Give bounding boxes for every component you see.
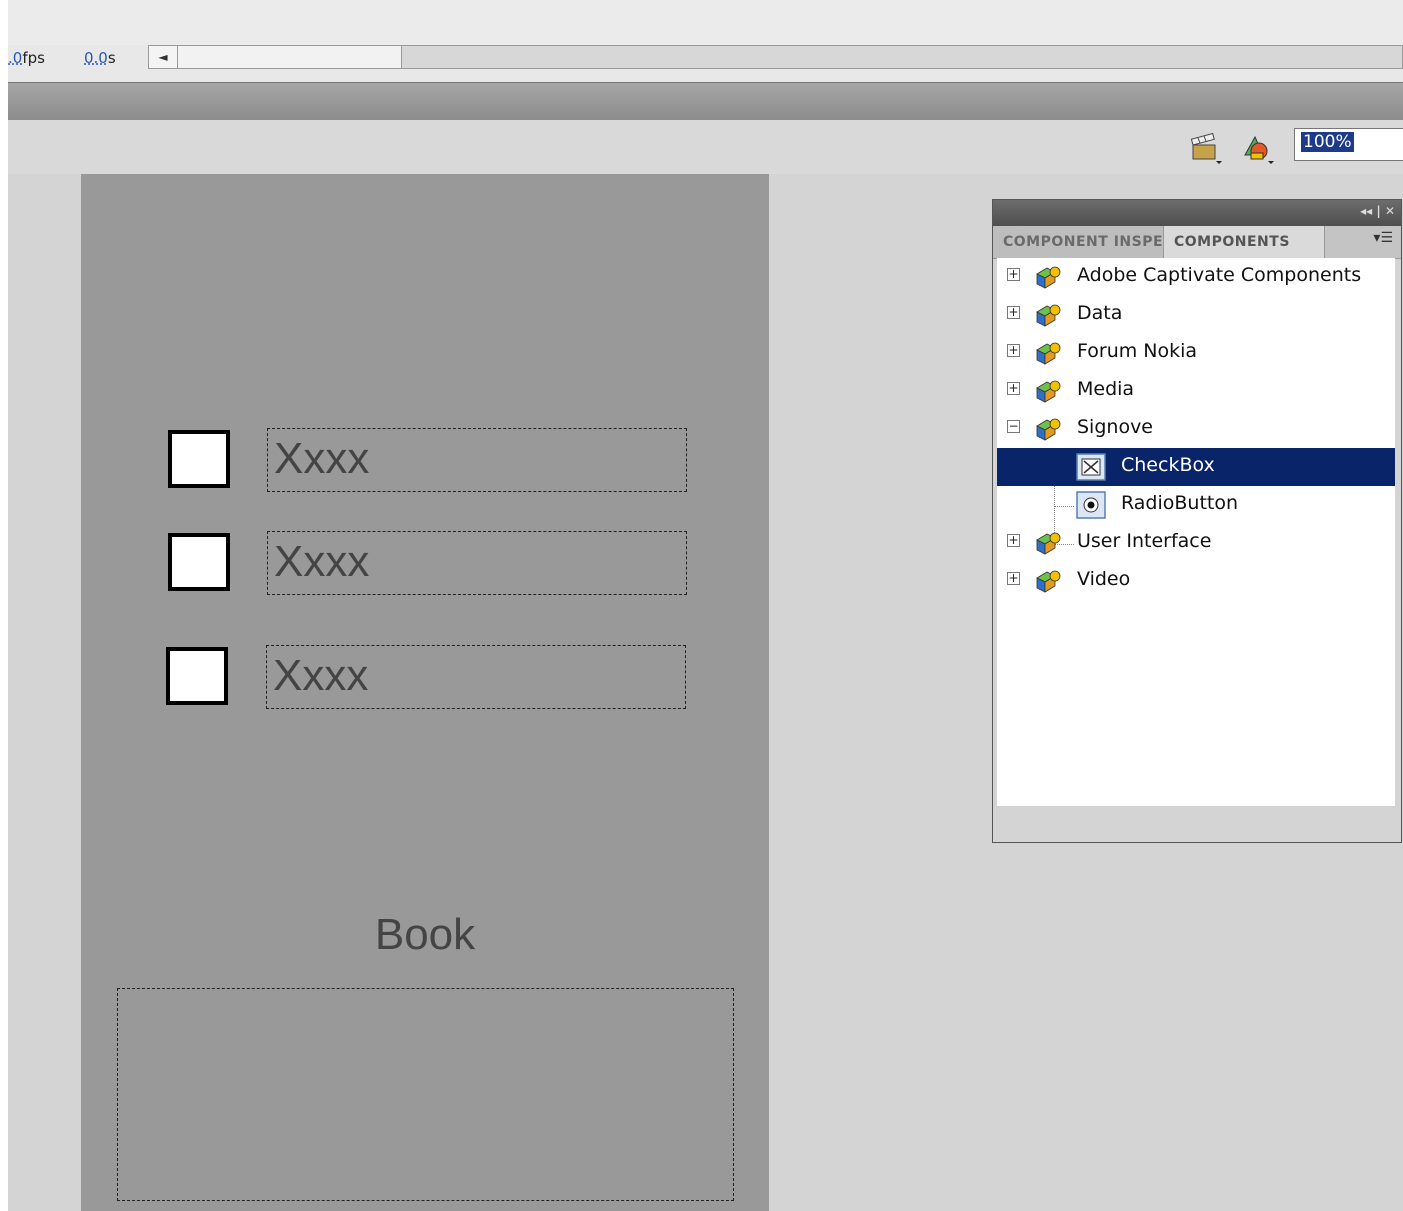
components-tree: + Adobe Captivate Components + Data + Fo…	[997, 258, 1395, 806]
elapsed-time-unit: s	[107, 49, 116, 67]
tree-item[interactable]: + Data	[997, 296, 1395, 334]
expand-plus-icon[interactable]: +	[1007, 572, 1020, 585]
component-folder-icon	[1036, 380, 1061, 403]
tree-item-label: Adobe Captivate Components	[1077, 264, 1362, 286]
expand-plus-icon[interactable]: +	[1007, 382, 1020, 395]
tree-item[interactable]: + Adobe Captivate Components	[997, 258, 1395, 296]
component-folder-icon	[1036, 570, 1061, 593]
zoom-value: 100%	[1301, 132, 1354, 152]
panel-menu-icon[interactable]: ▾☰	[1373, 230, 1393, 246]
zoom-field[interactable]: 100%	[1294, 128, 1403, 161]
checkbox-2[interactable]	[168, 533, 230, 591]
frame-rate-value[interactable]: .0	[8, 49, 22, 67]
clapperboard-icon[interactable]	[1189, 131, 1223, 165]
tree-item[interactable]: + Media	[997, 372, 1395, 410]
collapse-close-icon[interactable]: ◂◂ | ✕	[1360, 204, 1395, 218]
components-panel: ◂◂ | ✕ COMPONENT INSPECTOR COMPONENTS ▾☰…	[992, 199, 1402, 843]
expand-plus-icon[interactable]: +	[1007, 306, 1020, 319]
component-folder-icon	[1036, 304, 1061, 327]
frame-rate-readout[interactable]: .0fps	[8, 49, 45, 67]
expand-plus-icon[interactable]: +	[1007, 268, 1020, 281]
component-folder-icon	[1036, 418, 1061, 441]
scroll-left-arrow-icon[interactable]: ◄	[149, 46, 178, 68]
checkbox-component-icon	[1076, 453, 1106, 481]
checkbox-2-label[interactable]: Xxxx	[267, 531, 687, 595]
tree-item-label: Forum Nokia	[1077, 340, 1198, 362]
checkbox-3[interactable]	[166, 647, 228, 705]
collapse-minus-icon[interactable]: −	[1007, 420, 1020, 433]
component-folder-icon	[1036, 342, 1061, 365]
book-text-area[interactable]	[117, 988, 734, 1201]
tab-components[interactable]: COMPONENTS	[1163, 226, 1325, 258]
tree-item[interactable]: + User Interface	[997, 524, 1395, 562]
flash-workspace: .0fps 0.0s ◄ 100% Xxxx Xxxx Xxxx Book ◂◂…	[8, 0, 1403, 1211]
edit-bar	[8, 82, 1403, 121]
tree-item-label: CheckBox	[1121, 454, 1215, 476]
checkbox-1[interactable]	[168, 430, 230, 488]
tree-item[interactable]: + Video	[997, 562, 1395, 600]
tree-item-label: User Interface	[1077, 530, 1212, 552]
panel-tabs: COMPONENT INSPECTOR COMPONENTS ▾☰	[993, 226, 1401, 259]
tab-component-inspector[interactable]: COMPONENT INSPECTOR	[993, 226, 1163, 258]
expand-plus-icon[interactable]: +	[1007, 534, 1020, 547]
tree-item-radiobutton[interactable]: RadioButton	[997, 486, 1395, 524]
tree-item-label: Data	[1077, 302, 1123, 324]
timeline-bar: .0fps 0.0s ◄	[8, 0, 1403, 82]
tree-item-checkbox[interactable]: CheckBox	[997, 448, 1395, 486]
timeline-frames-strip	[8, 0, 1403, 45]
tree-item-label: Video	[1077, 568, 1131, 590]
elapsed-time-readout[interactable]: 0.0s	[84, 49, 116, 67]
component-folder-icon	[1036, 266, 1061, 289]
tree-item-label: Signove	[1077, 416, 1153, 438]
tree-item-label: RadioButton	[1121, 492, 1239, 514]
tree-item-label: Media	[1077, 378, 1135, 400]
shapes-icon[interactable]	[1241, 131, 1275, 165]
frame-rate-unit: fps	[22, 49, 45, 67]
scrollbar-thumb[interactable]	[178, 46, 402, 68]
tree-item[interactable]: + Forum Nokia	[997, 334, 1395, 372]
checkbox-3-label[interactable]: Xxxx	[266, 645, 686, 709]
timeline-horizontal-scrollbar[interactable]: ◄	[148, 45, 1403, 69]
stage[interactable]: Xxxx Xxxx Xxxx Book	[81, 174, 769, 1211]
panel-header[interactable]: ◂◂ | ✕	[993, 200, 1401, 226]
component-folder-icon	[1036, 532, 1061, 555]
expand-plus-icon[interactable]: +	[1007, 344, 1020, 357]
tree-item[interactable]: − Signove	[997, 410, 1395, 448]
elapsed-time-value[interactable]: 0.0	[84, 49, 108, 67]
checkbox-1-label[interactable]: Xxxx	[267, 428, 687, 492]
book-label[interactable]: Book	[81, 910, 769, 960]
radio-button-component-icon	[1076, 491, 1106, 519]
